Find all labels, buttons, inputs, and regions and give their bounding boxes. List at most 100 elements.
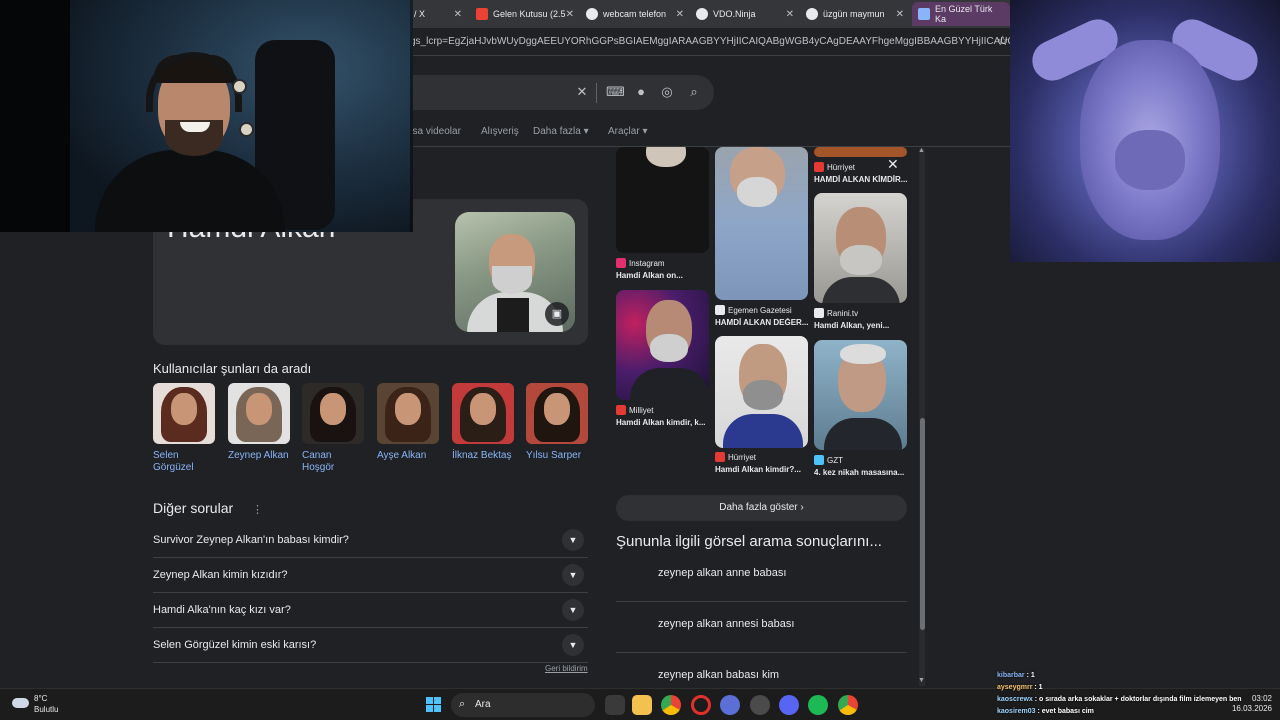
- keyboard-icon[interactable]: ⌨: [606, 84, 625, 100]
- image-caption[interactable]: HAMDİ ALKAN KİMDİR...: [814, 175, 909, 184]
- person-name[interactable]: Yılsu Sarper: [526, 450, 588, 462]
- person-name[interactable]: Canan Hoşgör: [302, 450, 364, 474]
- kp-photo[interactable]: ▣: [455, 212, 575, 332]
- chevron-down-icon[interactable]: ▼: [562, 529, 584, 551]
- chevron-down-icon[interactable]: ▼: [562, 634, 584, 656]
- image-caption[interactable]: Hamdi Alkan on...: [616, 271, 711, 280]
- image-caption[interactable]: Hamdi Alkan, yeni...: [814, 321, 909, 330]
- feedback-link[interactable]: Geri bildirim: [545, 664, 588, 673]
- obs-icon[interactable]: [750, 695, 770, 715]
- filter-shopping[interactable]: Alışveriş: [481, 126, 519, 137]
- person-card[interactable]: Ayşe Alkan: [377, 383, 439, 462]
- monkey-face: [1115, 130, 1185, 190]
- taskbar-search-label: Ara: [475, 699, 491, 710]
- image-source[interactable]: Egemen Gazetesi: [715, 305, 792, 315]
- spotify-icon[interactable]: [808, 695, 828, 715]
- tab-x[interactable]: / X ✕: [408, 2, 468, 26]
- related-search-row[interactable]: zeynep alkan annesi babası: [616, 602, 907, 653]
- person-photo[interactable]: [377, 383, 439, 444]
- image-result[interactable]: [814, 193, 907, 303]
- image-source[interactable]: GZT: [814, 455, 843, 465]
- image-caption[interactable]: Hamdi Alkan kimdir, k...: [616, 418, 711, 427]
- tab-active[interactable]: En Güzel Türk Ka: [912, 2, 1010, 26]
- image-result[interactable]: [814, 340, 907, 450]
- person-name[interactable]: Selen Görgüzel: [153, 450, 215, 474]
- scrollbar-thumb[interactable]: [920, 418, 925, 630]
- person-name[interactable]: Ayşe Alkan: [377, 450, 439, 462]
- image-body: [630, 368, 709, 400]
- clear-icon[interactable]: ✕: [574, 84, 590, 100]
- chrome-icon[interactable]: [838, 695, 858, 715]
- image-source[interactable]: Milliyet: [616, 405, 653, 415]
- question-row[interactable]: Survivor Zeynep Alkan'ın babası kimdir? ▼: [153, 523, 588, 558]
- person-photo[interactable]: [452, 383, 514, 444]
- person-photo[interactable]: [153, 383, 215, 444]
- file-explorer-icon[interactable]: [632, 695, 652, 715]
- tab-close-icon[interactable]: ✕: [566, 9, 574, 20]
- tab-gmail[interactable]: Gelen Kutusu (2.5 ✕: [470, 2, 580, 26]
- person-card[interactable]: Yılsu Sarper: [526, 383, 588, 462]
- tab-vdo-ninja[interactable]: VDO.Ninja ✕: [690, 2, 800, 26]
- image-result[interactable]: [616, 290, 709, 400]
- app-icon[interactable]: [720, 695, 740, 715]
- person-card[interactable]: Zeynep Alkan: [228, 383, 290, 462]
- webcam-monkey: [1010, 0, 1280, 262]
- task-view-icon[interactable]: [605, 695, 625, 715]
- tab-google-webcam[interactable]: webcam telefon ✕: [580, 2, 690, 26]
- tab-close-icon[interactable]: ✕: [896, 9, 904, 20]
- show-more-button[interactable]: Daha fazla göster ›: [616, 495, 907, 521]
- person-photo[interactable]: [526, 383, 588, 444]
- vdo-ninja-icon: [696, 8, 708, 20]
- tab-close-icon[interactable]: ✕: [786, 9, 794, 20]
- person-card[interactable]: İlknaz Bektaş: [452, 383, 514, 462]
- star-icon[interactable]: ☆: [997, 33, 1009, 49]
- person-card[interactable]: Canan Hoşgör: [302, 383, 364, 474]
- search-box[interactable]: ✕ ⌨ ● ◎ ⌕: [400, 75, 714, 110]
- image-source[interactable]: Instagram: [616, 258, 665, 268]
- person-name[interactable]: İlknaz Bektaş: [452, 450, 514, 462]
- opera-icon[interactable]: [691, 695, 711, 715]
- more-options-icon[interactable]: ⋮: [252, 503, 263, 516]
- question-row[interactable]: Zeynep Alkan kimin kızıdır? ▼: [153, 558, 588, 593]
- tab-close-icon[interactable]: ✕: [454, 9, 462, 20]
- lens-icon[interactable]: ◎: [659, 84, 675, 100]
- image-caption[interactable]: HAMDİ ALKAN DEĞER...: [715, 318, 810, 327]
- image-result[interactable]: [715, 147, 808, 300]
- question-row[interactable]: Hamdi Alka'nın kaç kızı var? ▼: [153, 593, 588, 628]
- image-source[interactable]: Hürriyet: [814, 162, 855, 172]
- discord-icon[interactable]: [779, 695, 799, 715]
- tab-close-icon[interactable]: ✕: [676, 9, 684, 20]
- chrome-icon[interactable]: [661, 695, 681, 715]
- filter-tools[interactable]: Araçlar ▾: [608, 126, 648, 137]
- scroll-down-icon[interactable]: ▼: [918, 677, 925, 684]
- url-text[interactable]: gs_lcrp=EgZjaHJvbWUyDggAEEUYORhGGPsBGIAE…: [410, 36, 1072, 47]
- chevron-down-icon[interactable]: ▼: [562, 564, 584, 586]
- chevron-down-icon[interactable]: ▼: [562, 599, 584, 621]
- mic-icon[interactable]: ●: [633, 84, 649, 100]
- image-icon[interactable]: ▣: [545, 302, 569, 326]
- chat-message: kaosirem03 : evet babası cim: [997, 706, 1280, 718]
- person-name[interactable]: Zeynep Alkan: [228, 450, 290, 462]
- image-caption[interactable]: Hamdi Alkan kimdir?...: [715, 465, 810, 474]
- image-result[interactable]: [616, 147, 709, 253]
- image-source[interactable]: Ranini.tv: [814, 308, 858, 318]
- image-result[interactable]: [715, 336, 808, 448]
- filter-videos[interactable]: usa videolar: [407, 126, 461, 137]
- windows-start-icon[interactable]: [426, 697, 441, 712]
- image-source[interactable]: Hürriyet: [715, 452, 756, 462]
- search-icon[interactable]: ⌕: [686, 84, 702, 100]
- taskbar-search[interactable]: ⌕ Ara: [451, 693, 595, 717]
- close-icon[interactable]: ✕: [887, 156, 899, 173]
- person-photo[interactable]: [302, 383, 364, 444]
- image-body: [723, 414, 803, 448]
- filter-more[interactable]: Daha fazla ▾: [533, 126, 589, 137]
- person-face: [320, 393, 346, 425]
- person-photo[interactable]: [228, 383, 290, 444]
- question-row[interactable]: Selen Görgüzel kimin eski karısı? ▼: [153, 628, 588, 663]
- image-caption[interactable]: 4. kez nikah masasına...: [814, 468, 909, 477]
- related-searches-title[interactable]: Şununla ilgili görsel arama sonuçlarını.…: [616, 533, 882, 550]
- person-card[interactable]: Selen Görgüzel: [153, 383, 215, 474]
- related-search-row[interactable]: zeynep alkan anne babası: [616, 551, 907, 602]
- tab-google-maymun[interactable]: üzgün maymun ✕: [800, 2, 910, 26]
- scroll-up-icon[interactable]: ▲: [918, 147, 925, 154]
